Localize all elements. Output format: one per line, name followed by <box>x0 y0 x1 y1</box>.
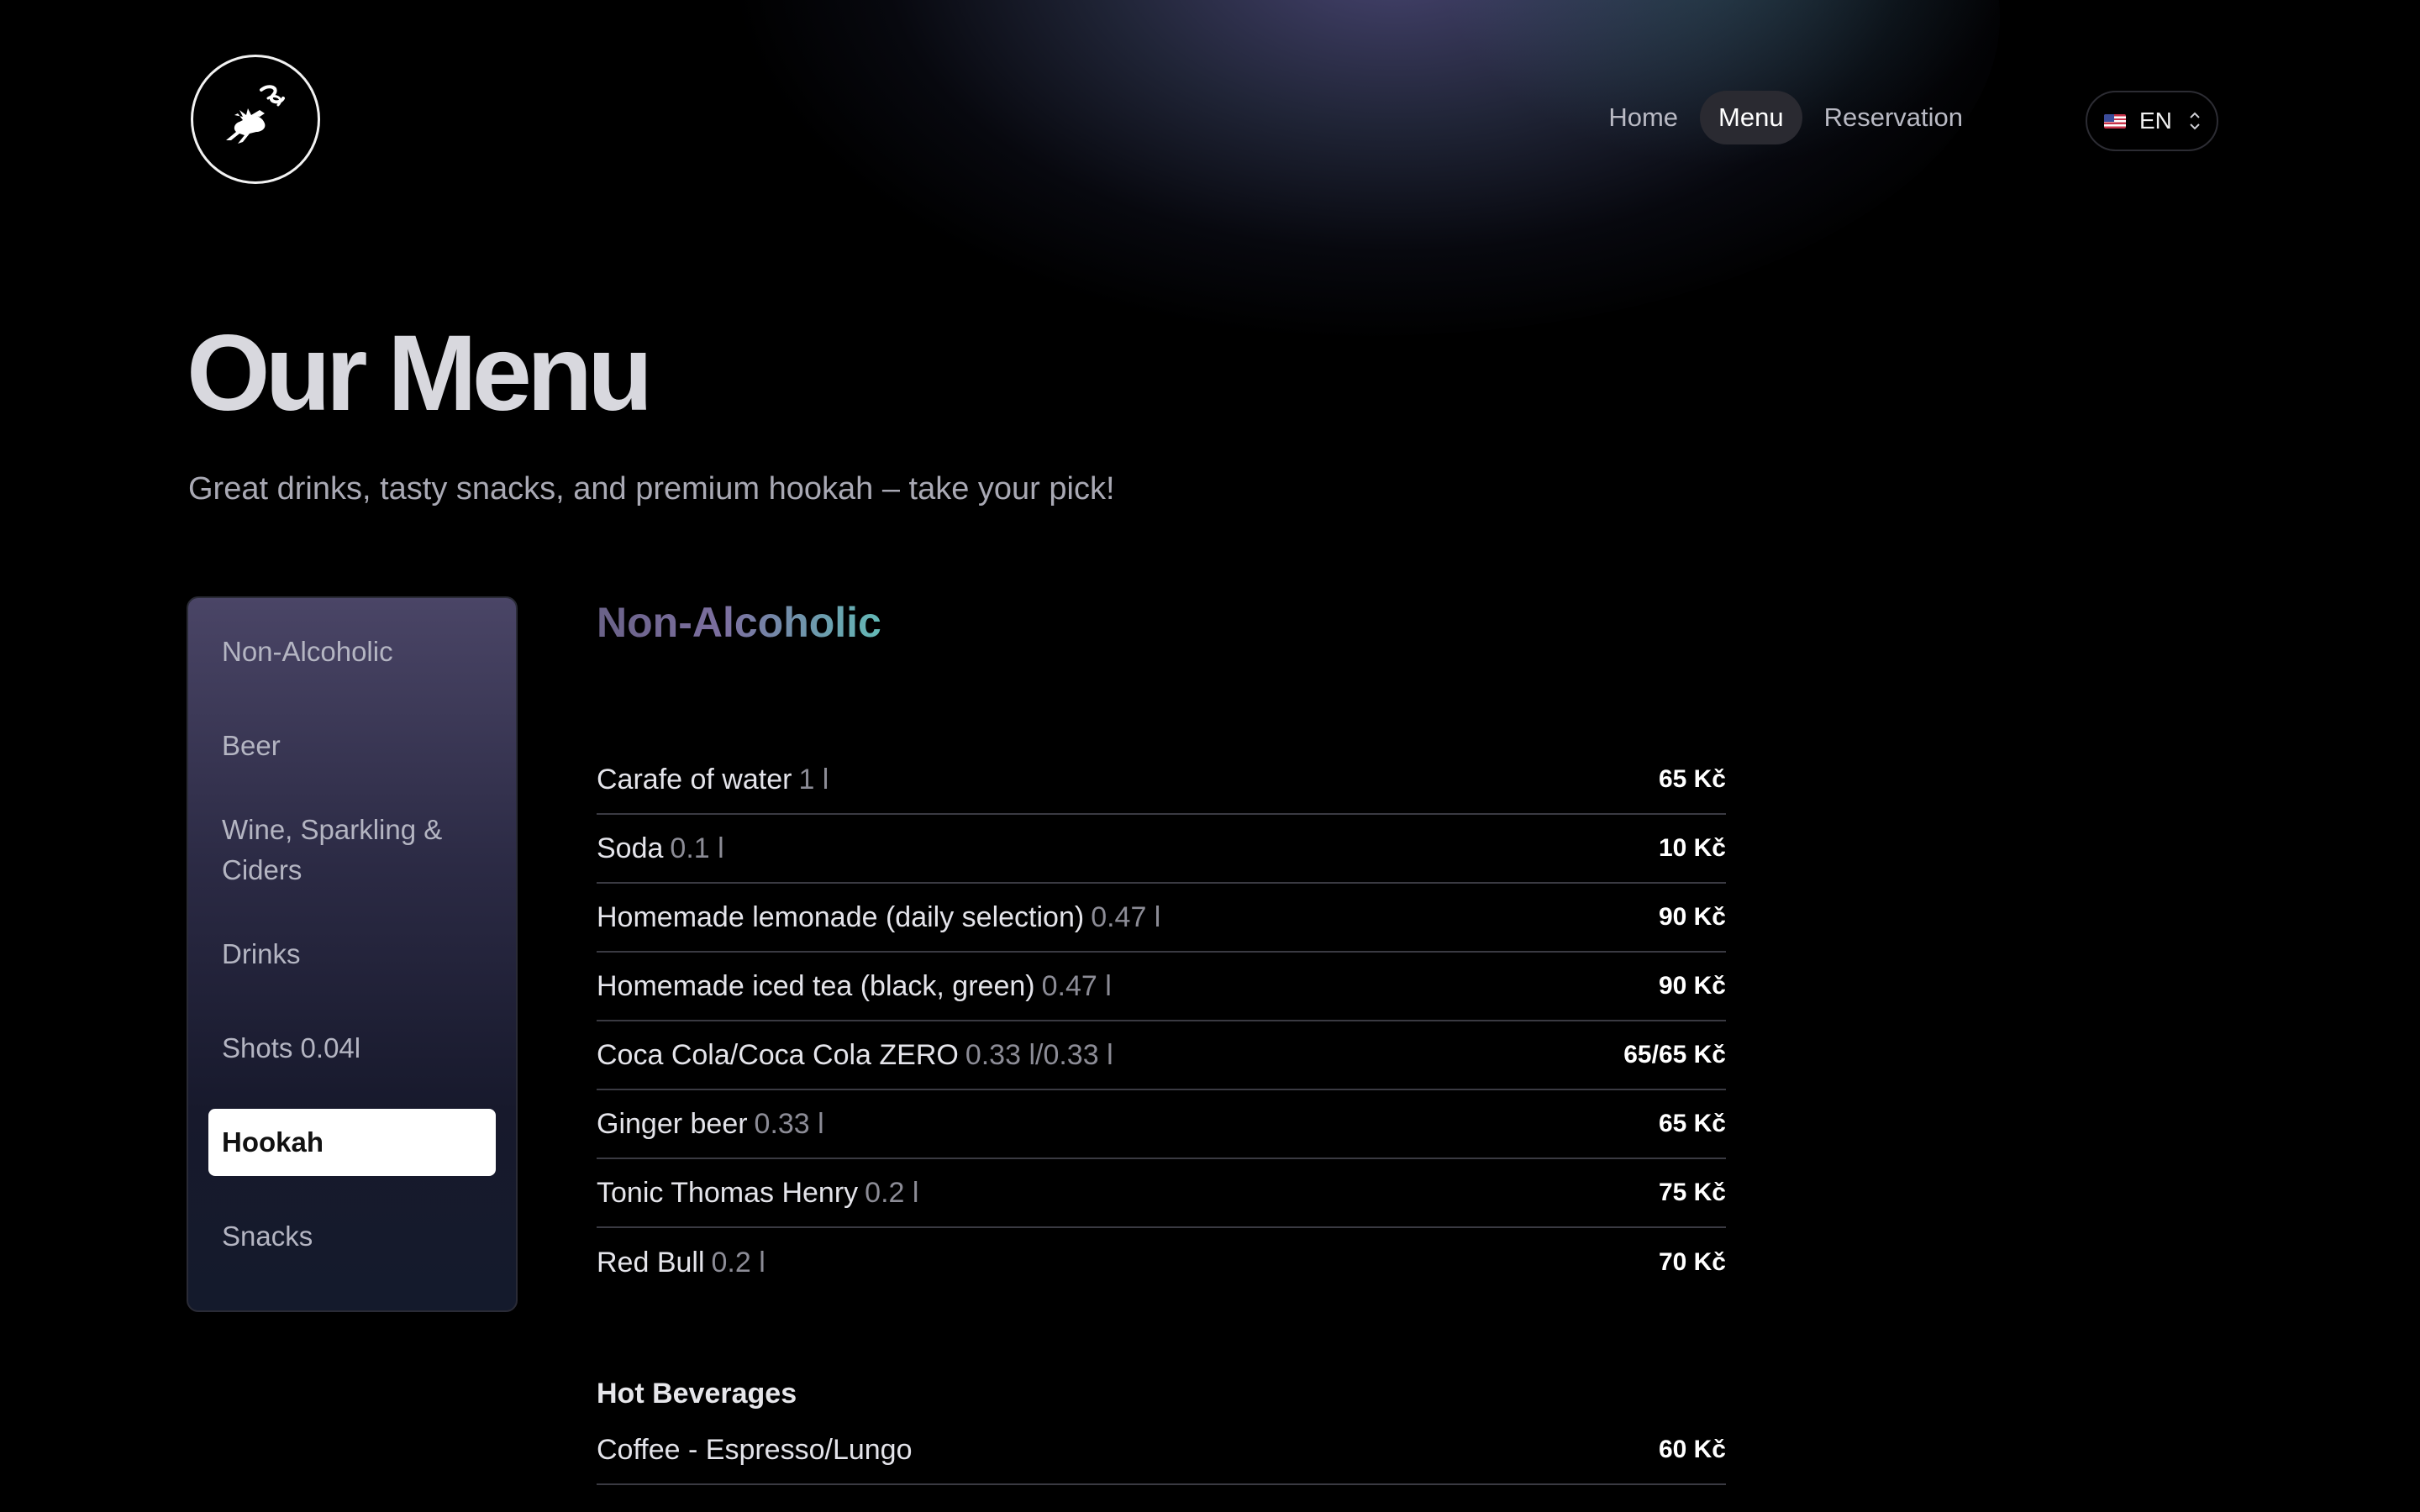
sidebar-item-beer[interactable]: Beer <box>208 712 496 780</box>
menu-item: Homemade iced tea (black, green) 0.47 l 9… <box>597 953 1726 1021</box>
item-name: Tonic Thomas Henry <box>597 1176 859 1209</box>
menu-item: Ginger beer 0.33 l 65 Kč <box>597 1090 1726 1159</box>
item-size: 0.2 l <box>865 1176 919 1209</box>
language-select[interactable]: EN <box>2086 91 2218 151</box>
item-price: 65 Kč <box>1658 1110 1726 1137</box>
item-size: 0.1 l <box>670 832 724 864</box>
item-price: 10 Kč <box>1658 834 1726 862</box>
subsection-title: Hot Beverages <box>597 1378 797 1410</box>
item-name: Red Bull <box>597 1246 705 1278</box>
item-name: Homemade iced tea (black, green) <box>597 969 1035 1002</box>
item-size: 0.47 l <box>1041 969 1112 1002</box>
nav-reservation[interactable]: Reservation <box>1806 91 1981 144</box>
hot-beverages-list: Coffee - Espresso/Lungo 60 Kč <box>597 1416 1726 1485</box>
menu-item: Coffee - Espresso/Lungo 60 Kč <box>597 1416 1726 1485</box>
item-price: 70 Kč <box>1658 1248 1726 1276</box>
sidebar-item-drinks[interactable]: Drinks <box>208 921 496 988</box>
section-title: Non-Alcoholic <box>597 599 881 646</box>
sidebar-item-non-alcoholic[interactable]: Non-Alcoholic <box>208 618 496 685</box>
item-price: 60 Kč <box>1658 1436 1726 1463</box>
item-price: 65 Kč <box>1658 765 1726 793</box>
sidebar-item-shots[interactable]: Shots 0.04l <box>208 1015 496 1082</box>
menu-item: Soda 0.1 l 10 Kč <box>597 815 1726 884</box>
site-header: Home Menu Reservation EN <box>0 0 2420 244</box>
item-price: 65/65 Kč <box>1623 1041 1726 1068</box>
nav-menu[interactable]: Menu <box>1700 91 1802 144</box>
page-subtitle: Great drinks, tasty snacks, and premium … <box>188 471 1115 507</box>
sidebar-item-wine[interactable]: Wine, Sparkling & Ciders <box>208 806 496 894</box>
item-name: Coca Cola/Coca Cola ZERO <box>597 1038 959 1071</box>
item-size: 0.2 l <box>711 1246 765 1278</box>
menu-item: Red Bull 0.2 l 70 Kč <box>597 1228 1726 1297</box>
chevron-up-down-icon <box>2189 110 2201 132</box>
menu-list: Carafe of water 1 l 65 Kč Soda 0.1 l 10 Kč… <box>597 746 1726 1297</box>
menu-item: Coca Cola/Coca Cola ZERO 0.33 l/0.33 l 65… <box>597 1021 1726 1090</box>
menu-item: Tonic Thomas Henry 0.2 l 75 Kč <box>597 1159 1726 1228</box>
item-name: Homemade lemonade (daily selection) <box>597 900 1085 933</box>
deer-logo-icon <box>226 85 285 144</box>
item-price: 90 Kč <box>1658 903 1726 931</box>
item-name: Carafe of water <box>597 763 792 795</box>
page-title: Our Menu <box>187 313 653 433</box>
menu-item: Carafe of water 1 l 65 Kč <box>597 746 1726 815</box>
sidebar-item-snacks[interactable]: Snacks <box>208 1203 496 1270</box>
item-price: 90 Kč <box>1658 972 1726 1000</box>
menu-item: Homemade lemonade (daily selection) 0.47 … <box>597 884 1726 953</box>
item-size: 0.47 l <box>1091 900 1161 933</box>
language-label: EN <box>2139 108 2172 134</box>
item-size: 0.33 l <box>754 1107 824 1140</box>
item-name: Soda <box>597 832 664 864</box>
item-name: Ginger beer <box>597 1107 748 1140</box>
logo-link[interactable] <box>191 55 320 184</box>
item-size: 1 l <box>798 763 829 795</box>
item-name: Coffee - Espresso/Lungo <box>597 1433 913 1466</box>
category-sidebar: Non-Alcoholic Beer Wine, Sparkling & Cid… <box>187 596 518 1312</box>
item-size: 0.33 l/0.33 l <box>965 1038 1113 1071</box>
us-flag-icon <box>2104 113 2126 129</box>
sidebar-item-hookah[interactable]: Hookah <box>208 1109 496 1176</box>
nav-home[interactable]: Home <box>1590 91 1697 144</box>
main-nav: Home Menu Reservation <box>1588 91 1983 144</box>
item-price: 75 Kč <box>1658 1179 1726 1206</box>
